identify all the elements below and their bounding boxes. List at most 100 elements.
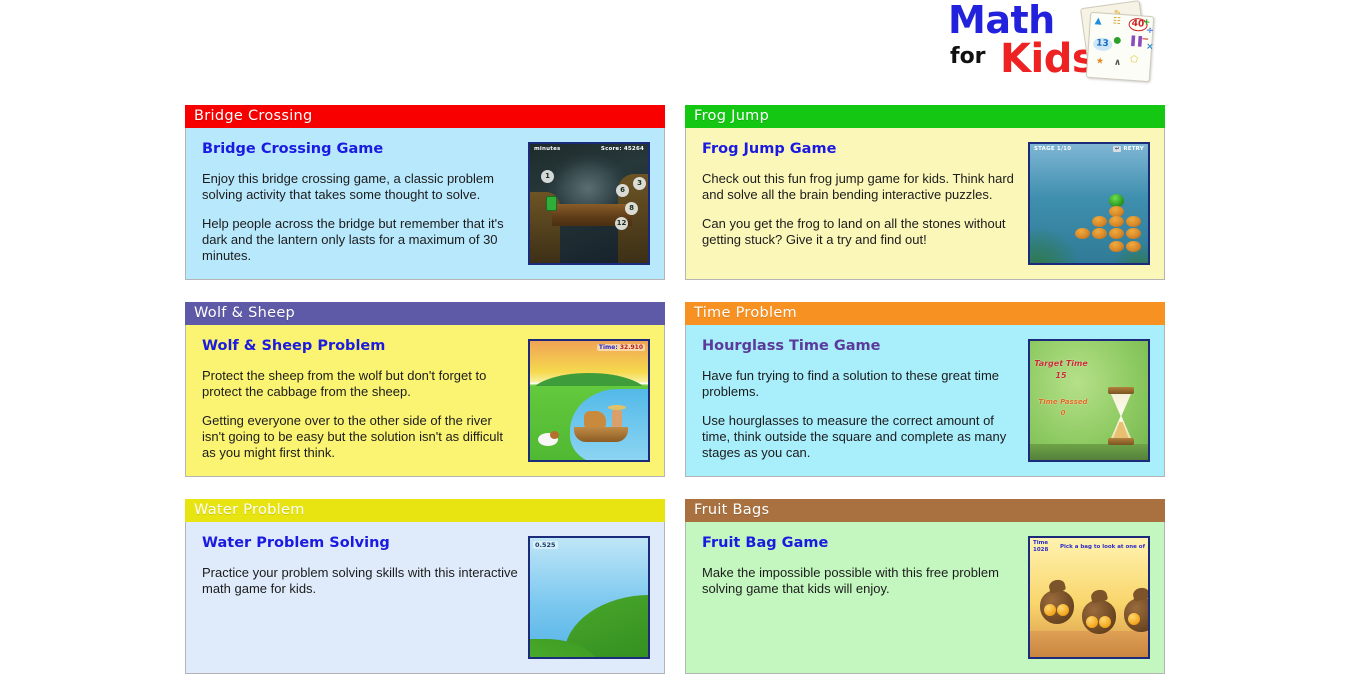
pebble-token-1: 1 bbox=[541, 170, 554, 183]
pebble-token-6: 6 bbox=[616, 184, 629, 197]
game-thumbnail-water-problem[interactable]: 0.525 bbox=[528, 536, 650, 659]
target-time-label: Target Time bbox=[1034, 359, 1088, 368]
logo-icon-ball: ● bbox=[1113, 35, 1122, 47]
logo-card-front: ▲ ☷ 40 + ÷ − × 13 ● ▌▌ ★ ∧ ⬠ bbox=[1085, 11, 1155, 83]
game-card-time-problem[interactable]: Time Problem Hourglass Time Game Have fu… bbox=[685, 302, 1165, 477]
target-time-value: 15 bbox=[1055, 371, 1067, 380]
card-body-frog-jump: Frog Jump Game Check out this fun frog j… bbox=[685, 128, 1165, 280]
game-card-frog-jump[interactable]: Frog Jump Frog Jump Game Check out this … bbox=[685, 105, 1165, 280]
card-paragraph-2: Getting everyone over to the other side … bbox=[202, 412, 504, 460]
retry-button: ↩ RETRY bbox=[1112, 146, 1144, 152]
fruit-bag-3 bbox=[1124, 598, 1148, 632]
stone-7 bbox=[1126, 228, 1141, 239]
logo-icon-pentagon: ⬠ bbox=[1129, 54, 1139, 66]
card-paragraph-1: Enjoy this bridge crossing game, a class… bbox=[202, 170, 494, 202]
game-thumbnail-frog-jump[interactable]: STAGE 1/10 ↩ RETRY bbox=[1028, 142, 1150, 265]
logo-icon-ruler: ☷ bbox=[1112, 16, 1122, 27]
logo-icon-number-13: 13 bbox=[1092, 37, 1113, 52]
hud-time-value: 1028 bbox=[1033, 547, 1049, 553]
game-thumbnail-bridge-crossing[interactable]: minutes Score: 45264 1 6 3 8 12 bbox=[528, 142, 650, 265]
card-text-bridge-crossing: Bridge Crossing Game Enjoy this bridge c… bbox=[202, 141, 528, 265]
stone-6 bbox=[1109, 228, 1124, 239]
hud-time-label: Time: bbox=[598, 344, 618, 351]
card-paragraph-1: Have fun trying to find a solution to th… bbox=[702, 367, 1000, 399]
card-text-wolf-sheep: Wolf & Sheep Problem Protect the sheep f… bbox=[202, 338, 528, 462]
site-logo[interactable]: Math for Kids ▲ ✎ ★ ▲ ☷ 40 + ÷ − × 13 ● … bbox=[940, 0, 1180, 92]
card-paragraph-1: Make the impossible possible with this f… bbox=[702, 564, 999, 596]
grass-right bbox=[1103, 237, 1148, 263]
pebble-token-8: 8 bbox=[625, 202, 638, 215]
card-header-wolf-sheep: Wolf & Sheep bbox=[185, 302, 665, 325]
logo-icon-compass: ∧ bbox=[1113, 57, 1122, 69]
card-paragraph-2: Use hourglasses to measure the correct a… bbox=[702, 412, 1007, 460]
games-row-3: Water Problem Water Problem Solving Prac… bbox=[185, 499, 1165, 674]
hourglass-icon bbox=[1108, 387, 1134, 445]
game-card-water-problem[interactable]: Water Problem Water Problem Solving Prac… bbox=[185, 499, 665, 674]
card-title-time-problem[interactable]: Hourglass Time Game bbox=[702, 338, 1018, 355]
water-level-readout: 0.525 bbox=[533, 541, 558, 549]
fruit-1b bbox=[1057, 604, 1069, 616]
hud-instruction-message: Pick a bag to look at one of t bbox=[1060, 544, 1146, 550]
card-body-fruit-bags: Fruit Bag Game Make the impossible possi… bbox=[685, 522, 1165, 674]
game-card-bridge-crossing[interactable]: Bridge Crossing Bridge Crossing Game Enj… bbox=[185, 105, 665, 280]
fruit-2a bbox=[1086, 616, 1098, 628]
farmer-figure bbox=[612, 409, 622, 429]
game-card-wolf-sheep[interactable]: Wolf & Sheep Wolf & Sheep Problem Protec… bbox=[185, 302, 665, 477]
stone-5 bbox=[1092, 228, 1107, 239]
game-thumbnail-wolf-sheep[interactable]: Time: 32.910 bbox=[528, 339, 650, 462]
stone-9 bbox=[1126, 241, 1141, 252]
ground bbox=[1030, 444, 1148, 460]
card-title-wolf-sheep[interactable]: Wolf & Sheep Problem bbox=[202, 338, 518, 355]
hud-stage-label: STAGE 1/10 bbox=[1034, 146, 1072, 152]
card-header-bridge-crossing: Bridge Crossing bbox=[185, 105, 665, 128]
hourglass-cap-top bbox=[1108, 387, 1134, 394]
card-paragraph-2: Can you get the frog to land on all the … bbox=[702, 215, 1006, 247]
card-header-frog-jump: Frog Jump bbox=[685, 105, 1165, 128]
logo-wordmark: Math for Kids bbox=[940, 0, 1096, 92]
game-thumbnail-fruit-bags[interactable]: Time 1028 Pick a bag to look at one of t bbox=[1028, 536, 1150, 659]
hud-time-wolf: Time: 32.910 bbox=[596, 344, 645, 351]
game-card-fruit-bags[interactable]: Fruit Bags Fruit Bag Game Make the impos… bbox=[685, 499, 1165, 674]
logo-cards-illustration: ▲ ✎ ★ ▲ ☷ 40 + ÷ − × 13 ● ▌▌ ★ ∧ ⬠ bbox=[1070, 0, 1162, 86]
thumbnail-hud-frog: STAGE 1/10 ↩ RETRY bbox=[1030, 146, 1148, 152]
card-header-fruit-bags: Fruit Bags bbox=[685, 499, 1165, 522]
farmer-hat bbox=[608, 405, 626, 410]
fruit-3a bbox=[1128, 613, 1140, 625]
card-title-water-problem[interactable]: Water Problem Solving bbox=[202, 535, 518, 552]
sheep-head bbox=[550, 431, 559, 439]
hud-score-label: Score: 45264 bbox=[600, 146, 644, 152]
fruit-bag-2 bbox=[1082, 600, 1116, 634]
card-title-fruit-bags[interactable]: Fruit Bag Game bbox=[702, 535, 1018, 552]
fruit-1a bbox=[1044, 604, 1056, 616]
hud-minutes-label: minutes bbox=[534, 146, 561, 152]
card-title-bridge-crossing[interactable]: Bridge Crossing Game bbox=[202, 141, 518, 158]
card-paragraph-1: Practice your problem solving skills wit… bbox=[202, 564, 518, 596]
card-text-fruit-bags: Fruit Bag Game Make the impossible possi… bbox=[702, 535, 1028, 659]
hud-time-fruit: Time 1028 bbox=[1033, 540, 1048, 554]
grass-left bbox=[1030, 221, 1086, 263]
card-body-water-problem: Water Problem Solving Practice your prob… bbox=[185, 522, 665, 674]
boat bbox=[574, 427, 628, 442]
card-paragraph-1: Check out this fun frog jump game for ki… bbox=[702, 170, 1014, 202]
card-text-water-problem: Water Problem Solving Practice your prob… bbox=[202, 535, 528, 659]
games-row-2: Wolf & Sheep Wolf & Sheep Problem Protec… bbox=[185, 302, 1165, 477]
card-title-frog-jump[interactable]: Frog Jump Game bbox=[702, 141, 1018, 158]
game-thumbnail-hourglass[interactable]: Target Time 15 Time Passed 0 bbox=[1028, 339, 1150, 462]
card-header-water-problem: Water Problem bbox=[185, 499, 665, 522]
card-body-wolf-sheep: Wolf & Sheep Problem Protect the sheep f… bbox=[185, 325, 665, 477]
lantern-icon bbox=[546, 196, 557, 211]
retry-label[interactable]: RETRY bbox=[1123, 146, 1144, 152]
stone-8 bbox=[1109, 241, 1124, 252]
hourglass-cap-bottom bbox=[1108, 438, 1134, 445]
card-text-frog-jump: Frog Jump Game Check out this fun frog j… bbox=[702, 141, 1028, 265]
retry-icon: ↩ bbox=[1112, 146, 1122, 152]
fruit-bag-1 bbox=[1040, 590, 1074, 624]
stone-2 bbox=[1109, 216, 1124, 227]
stone-4 bbox=[1075, 228, 1090, 239]
games-grid: Bridge Crossing Bridge Crossing Game Enj… bbox=[185, 105, 1165, 696]
sand-ground bbox=[1030, 631, 1148, 657]
card-text-time-problem: Hourglass Time Game Have fun trying to f… bbox=[702, 338, 1028, 462]
logo-icon-triangle-blue: ▲ bbox=[1094, 16, 1102, 27]
fruit-2b bbox=[1099, 616, 1111, 628]
pebble-token-12: 12 bbox=[615, 217, 628, 230]
